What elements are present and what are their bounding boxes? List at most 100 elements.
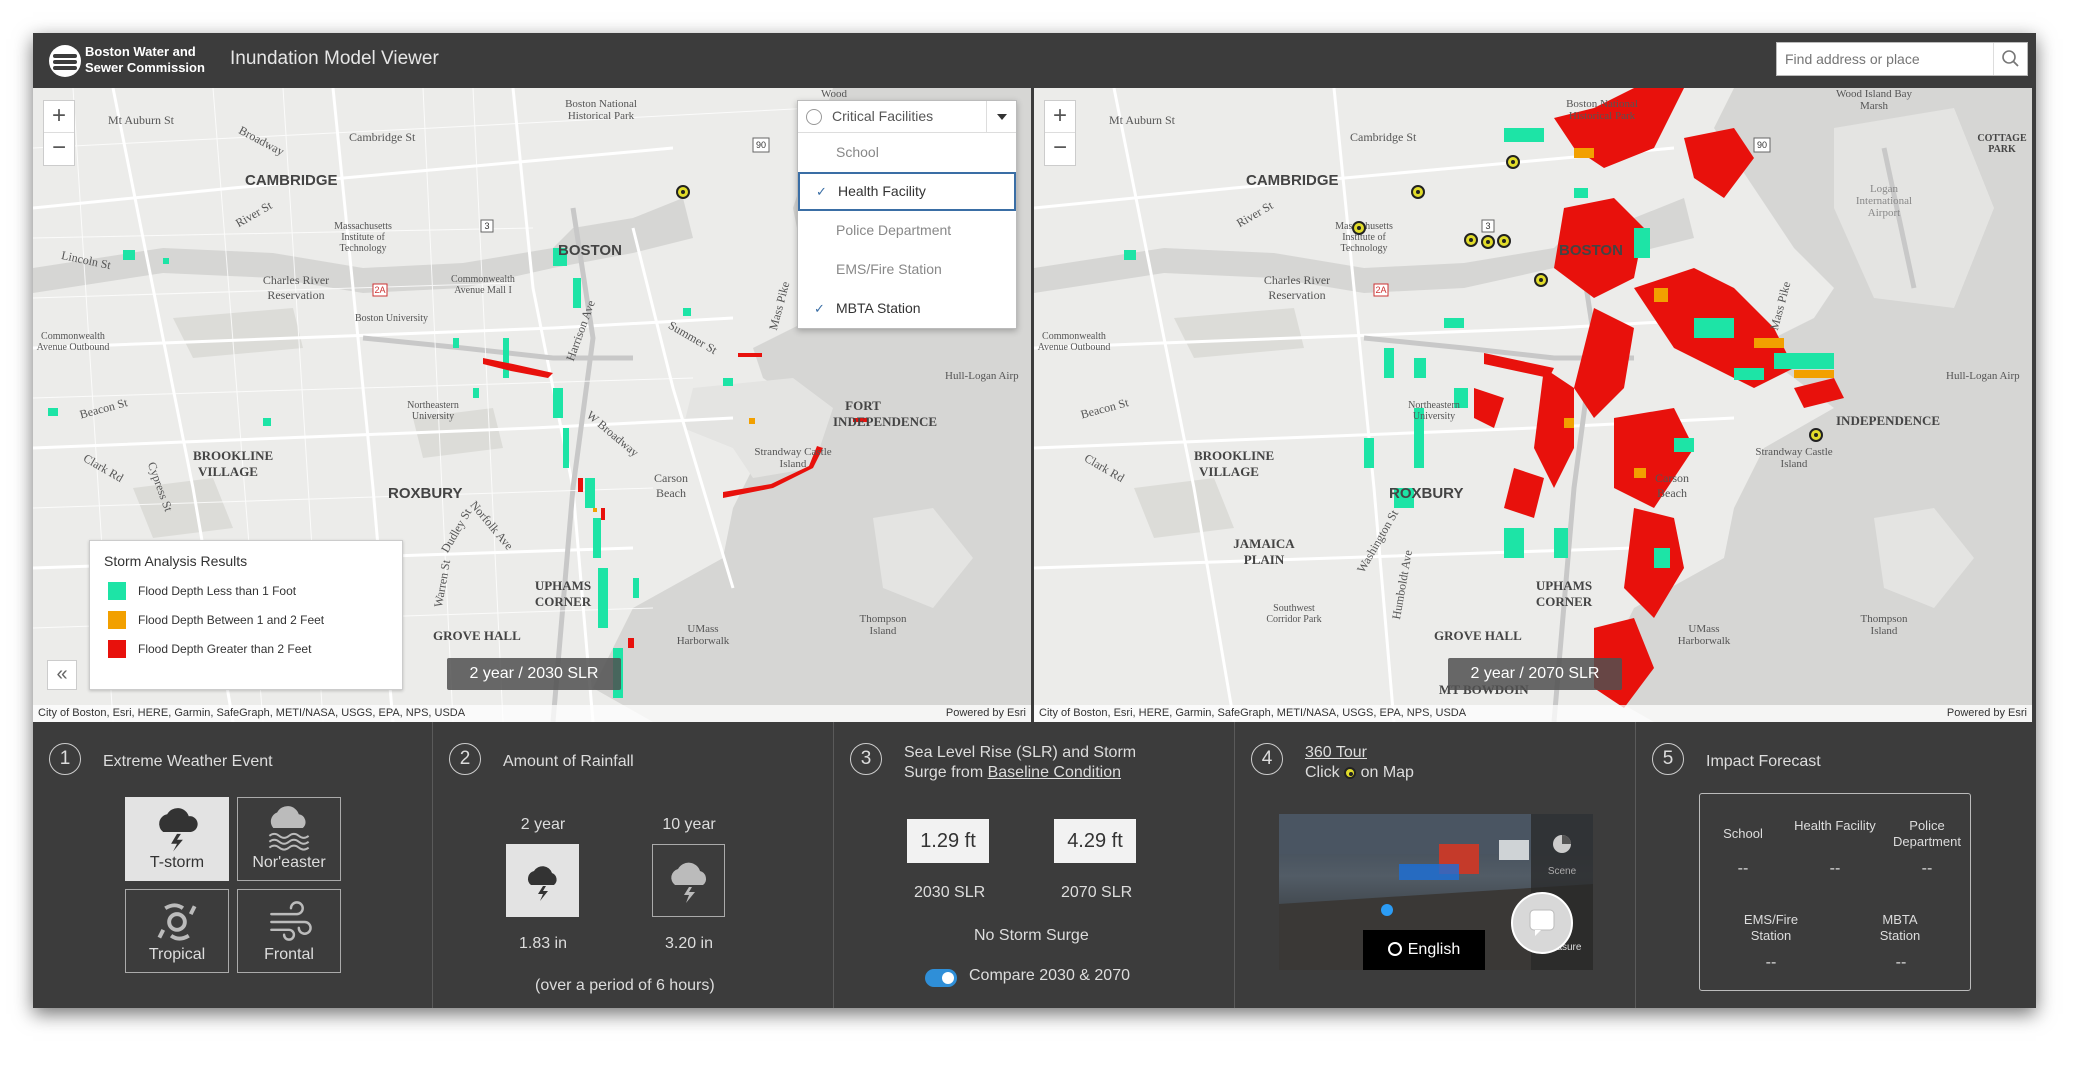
facility-marker-icon [1344, 767, 1357, 779]
label-northeastern: Northeastern University [1408, 400, 1460, 422]
facility-marker[interactable] [1411, 185, 1425, 199]
section-slr: 3 Sea Level Rise (SLR) and Storm Surge f… [834, 722, 1233, 1008]
label-umass: UMass Harborwalk [676, 623, 730, 647]
rain-amount-10yr: 3.20 in [664, 935, 714, 952]
label-independence: INDEPENDENCE [1836, 413, 1941, 428]
label-grove-hall: GROVE HALL [1434, 628, 1522, 643]
map-attribution: City of Boston, Esri, HERE, Garmin, Safe… [33, 705, 1031, 722]
map-view-2070[interactable]: 90 3 2A CAMBRIDGE BOSTON ROXBURY BROOKLI… [1034, 88, 2032, 722]
impact-value-mbta: -- [1895, 954, 1907, 971]
facility-marker[interactable] [1506, 155, 1520, 169]
facility-option-health[interactable]: ✓ Health Facility [798, 172, 1016, 211]
tour-360-viewer[interactable]: Scene Measure English [1279, 814, 1593, 970]
section-weather-event: 1 Extreme Weather Event T-storm Nor'east… [33, 722, 432, 1008]
facility-marker[interactable] [676, 185, 690, 199]
collapse-legend-button[interactable]: « [47, 660, 77, 690]
label-thompson: Thompson Island [1860, 613, 1908, 637]
map-view-2030[interactable]: 90 3 2A CAMBRIDGE BOSTON ROXBURY BROOKLI… [33, 88, 1031, 722]
label-cambridge-st: Cambridge St [1350, 130, 1417, 144]
label-grove-hall: GROVE HALL [433, 628, 521, 643]
tour-link[interactable]: 360 Tour [1305, 743, 1414, 763]
label-commonwealth-mall: Commonwealth Avenue Mall I [451, 274, 515, 296]
label-roxbury: ROXBURY [1389, 485, 1464, 502]
wind-icon [270, 901, 312, 941]
baseline-condition-link[interactable]: Baseline Condition [988, 764, 1121, 781]
check-icon: ✓ [814, 301, 825, 316]
app-header: Boston Water and Sewer Commission Inunda… [33, 33, 2036, 88]
zoom-out-button[interactable]: − [44, 133, 74, 165]
legend-item-high: Flood Depth Greater than 2 Feet [108, 639, 311, 659]
facility-option-police[interactable]: Police Department [798, 211, 1016, 250]
label-roxbury: ROXBURY [388, 485, 463, 502]
compare-label: Compare 2030 & 2070 [969, 967, 1130, 984]
facility-marker[interactable] [1497, 234, 1511, 248]
facility-option-mbta[interactable]: ✓ MBTA Station [798, 289, 1016, 328]
thunderstorm-icon [671, 862, 707, 903]
zoom-out-button[interactable]: − [1045, 133, 1075, 165]
zoom-control-right: + − [1044, 100, 1076, 166]
scenario-label-left: 2 year / 2030 SLR [447, 658, 621, 690]
section-rainfall: 2 Amount of Rainfall 2 year 10 year 1.83… [433, 722, 832, 1008]
label-wood: Wood [821, 88, 848, 100]
facility-marker[interactable] [1534, 273, 1548, 287]
slr-value-2030: 1.29 ft [907, 819, 989, 863]
zoom-in-button[interactable]: + [1045, 101, 1075, 133]
facility-marker[interactable] [1481, 235, 1495, 249]
thunderstorm-icon [527, 866, 557, 901]
impact-label-ems: EMS/Fire Station [1743, 912, 1799, 943]
facility-marker[interactable] [1464, 233, 1478, 247]
slr-label-2030: 2030 SLR [914, 884, 986, 901]
step-number: 2 [449, 743, 481, 775]
powered-by-esri[interactable]: Powered by Esri [1947, 705, 2027, 722]
label-fort-independence: FORT INDEPENDENCE [833, 398, 938, 429]
rainfall-option-2yr[interactable] [506, 844, 579, 917]
dropdown-title: Critical Facilities [832, 108, 934, 124]
facility-marker[interactable] [1809, 428, 1823, 442]
weather-option-tstorm[interactable]: T-storm [125, 797, 229, 881]
slr-label-2070: 2070 SLR [1061, 884, 1133, 901]
option-label: T-storm [149, 854, 205, 871]
click-prefix: Click [1305, 764, 1340, 781]
section-title: Impact Forecast [1706, 753, 1821, 770]
weather-option-frontal[interactable]: Frontal [237, 889, 341, 973]
shield-90: 90 [756, 140, 766, 150]
search-input[interactable] [1777, 43, 1992, 75]
weather-option-noreaster[interactable]: Nor'easter [237, 797, 341, 881]
weather-option-tropical[interactable]: Tropical [125, 889, 229, 973]
rainfall-option-10yr[interactable] [652, 844, 725, 917]
zoom-in-button[interactable]: + [44, 101, 74, 133]
title-line: Surge from Baseline Condition [904, 763, 1136, 783]
powered-by-esri[interactable]: Powered by Esri [946, 705, 1026, 722]
tropical-storm-icon [157, 903, 197, 941]
svg-text:3: 3 [484, 221, 489, 231]
facility-marker[interactable] [1352, 221, 1366, 235]
label-mt-auburn: Mt Auburn St [1109, 113, 1176, 127]
facility-option-ems-fire[interactable]: EMS/Fire Station [798, 250, 1016, 289]
label-cambridge: CAMBRIDGE [1246, 172, 1339, 189]
impact-value-police: -- [1921, 860, 1933, 877]
svg-text:2A: 2A [374, 285, 385, 295]
chat-button[interactable] [1511, 892, 1573, 954]
facility-option-school[interactable]: School [798, 133, 1016, 172]
facilities-radio-icon[interactable] [806, 109, 822, 125]
rain-amount-2yr: 1.83 in [518, 935, 568, 952]
legend-title: Storm Analysis Results [104, 553, 248, 569]
option-label: Frontal [264, 946, 314, 963]
label-hull-logan: Hull-Logan Airp [945, 370, 1019, 382]
language-button[interactable]: English [1363, 930, 1485, 970]
impact-label-school: School [1723, 826, 1763, 841]
svg-text:2A: 2A [1375, 285, 1386, 295]
section-title: Sea Level Rise (SLR) and Storm Surge fro… [904, 743, 1136, 783]
zoom-control-left: + − [43, 100, 75, 166]
legend-item-low: Flood Depth Less than 1 Foot [108, 581, 296, 601]
caret-down-icon[interactable] [986, 101, 1016, 132]
label-southwest: Southwest Corridor Park [1266, 603, 1322, 625]
scene-icon[interactable] [1531, 814, 1593, 874]
swatch-mid [108, 611, 126, 629]
label-cottage-park: COTTAGE PARK [1977, 133, 2027, 155]
title-line: Sea Level Rise (SLR) and Storm [904, 744, 1137, 761]
critical-facilities-toggle[interactable]: Critical Facilities [798, 101, 1016, 133]
label-wood-island: Wood Island Bay Marsh [1835, 88, 1913, 112]
search-button[interactable] [1993, 43, 2027, 75]
compare-toggle[interactable] [925, 969, 957, 987]
